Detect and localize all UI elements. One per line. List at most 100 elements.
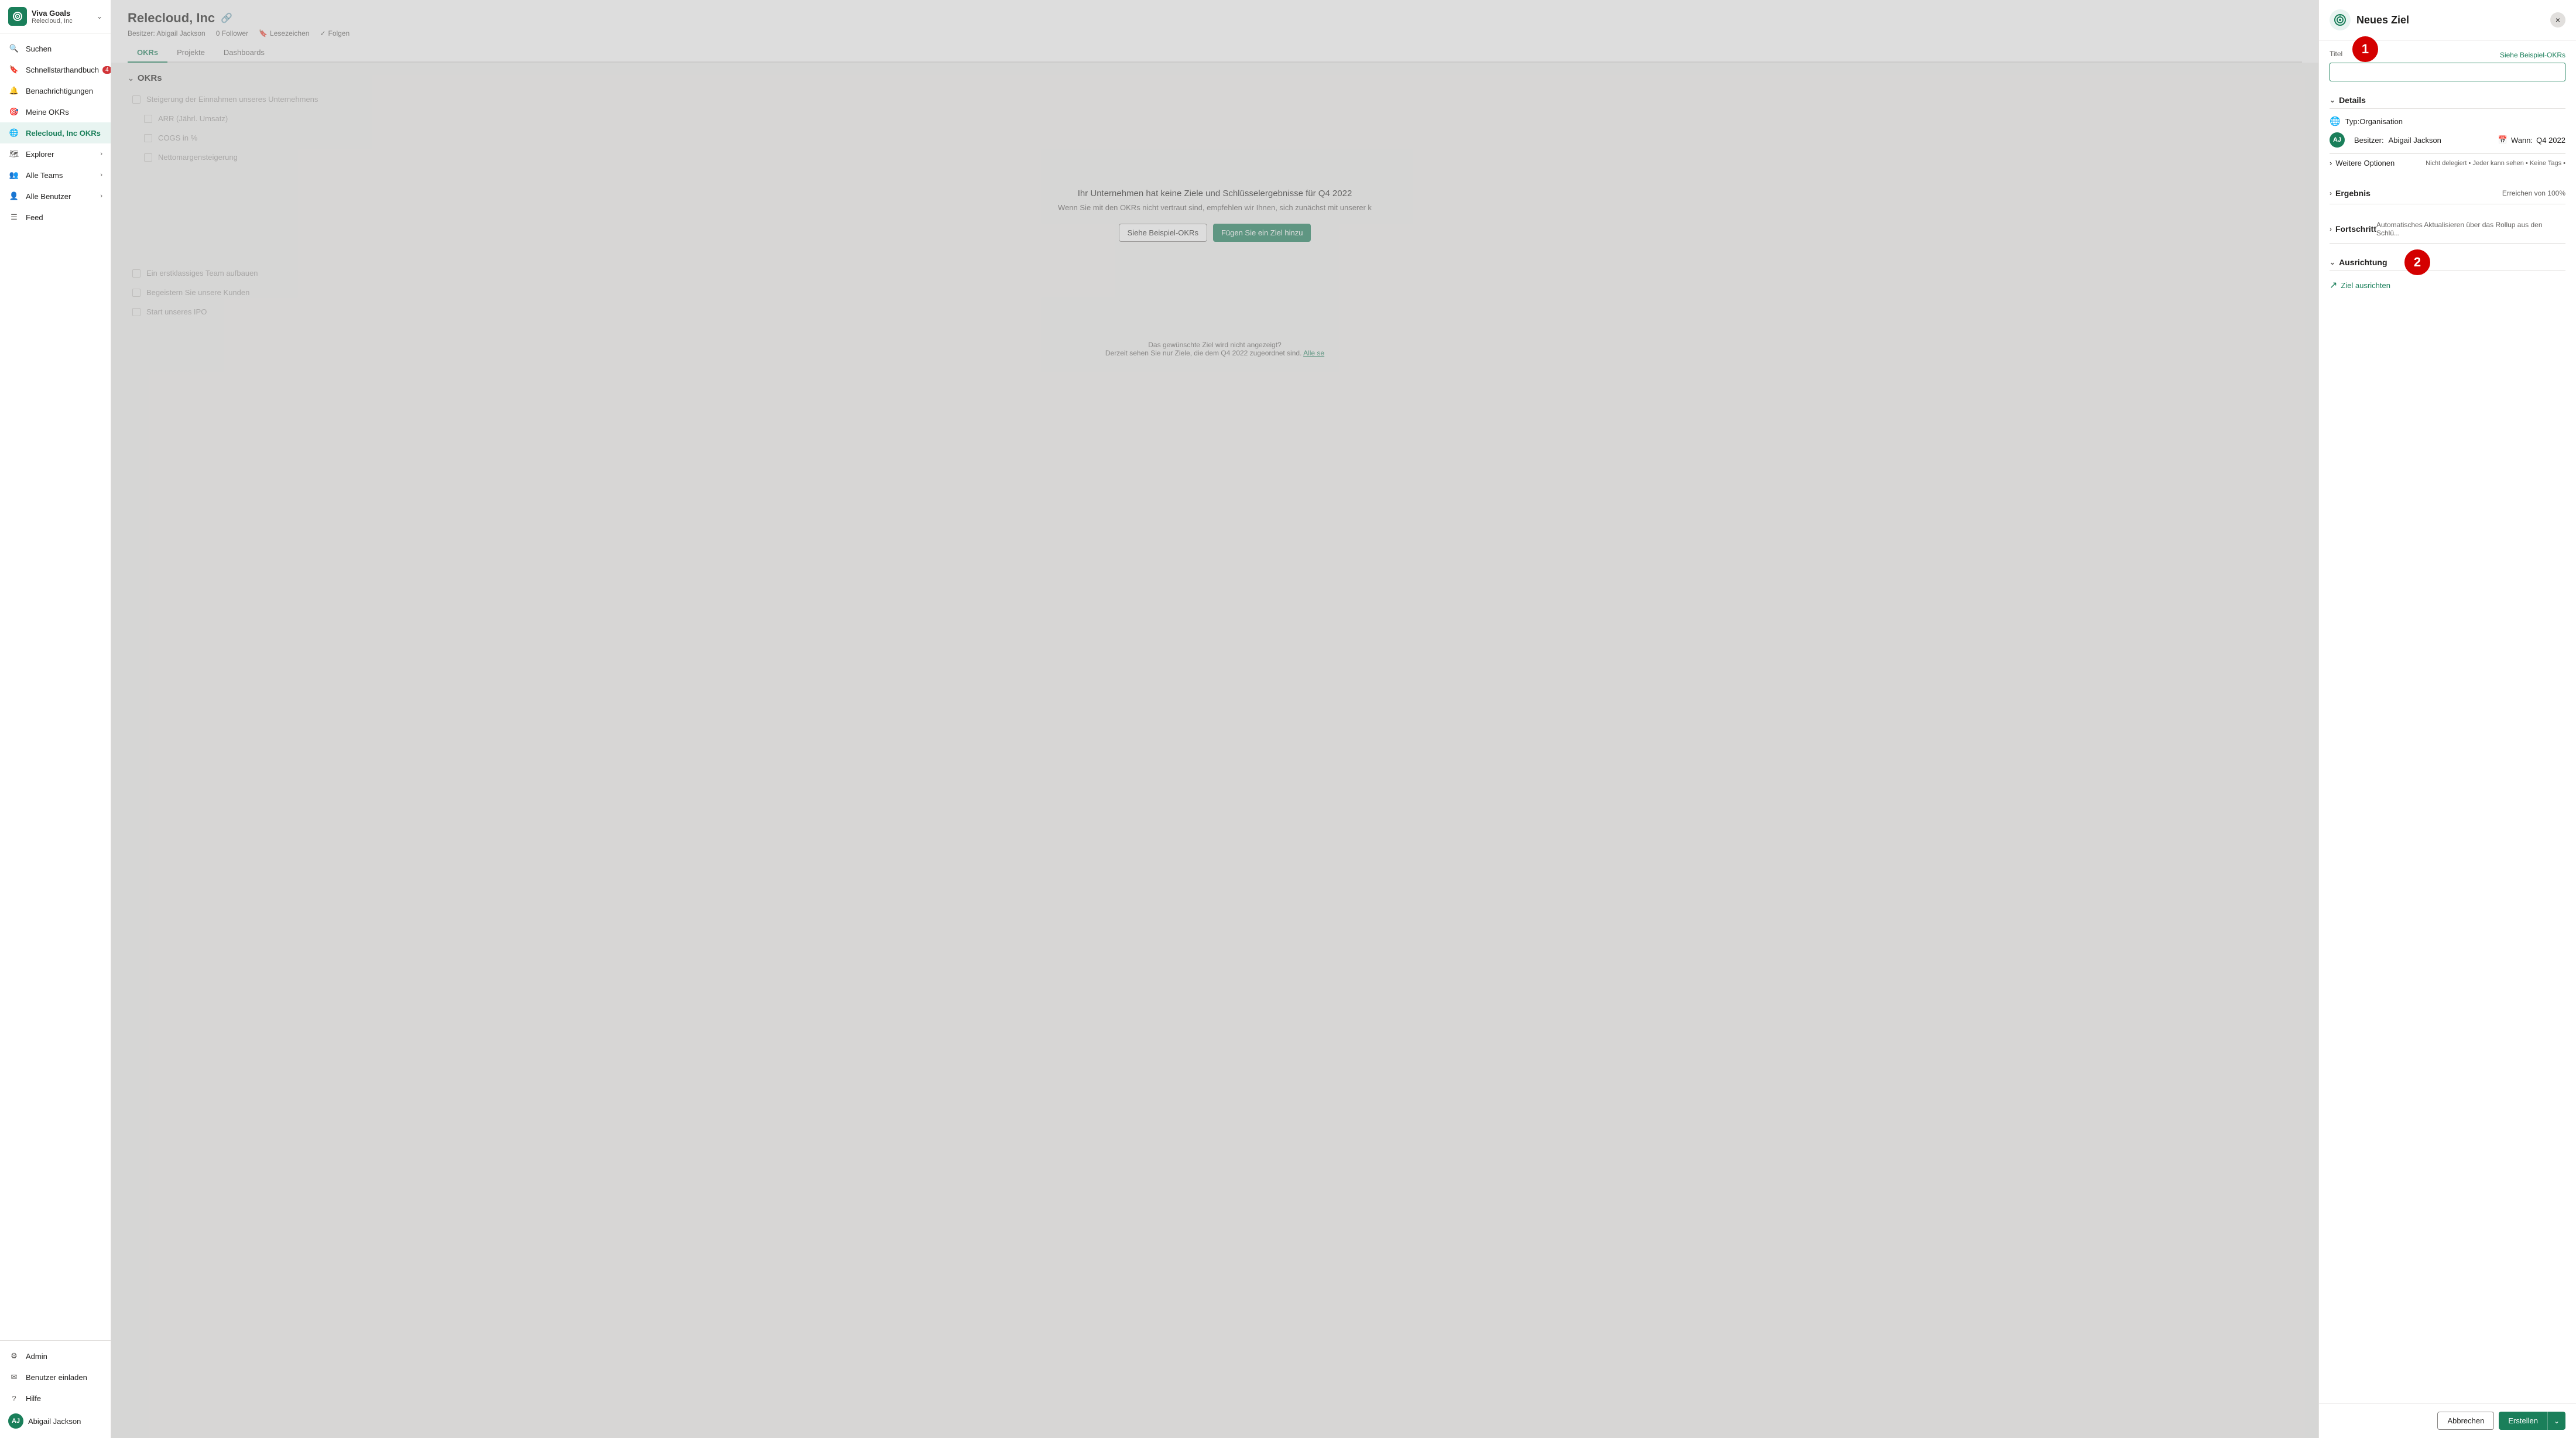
panel-body: Titel Siehe Beispiel-OKRs ⌄ Details 🌐 Ty… bbox=[2319, 40, 2576, 1403]
new-goal-panel: 1 Neues Ziel × Titel Siehe Beispiel-OKRs… bbox=[2318, 0, 2576, 1438]
sidebar-item-alle-benutzer[interactable]: 👤 Alle Benutzer › bbox=[0, 186, 111, 207]
weitere-optionen-label: Weitere Optionen bbox=[2335, 159, 2395, 167]
details-section-header[interactable]: ⌄ Details bbox=[2330, 92, 2565, 109]
settings-icon: ⚙ bbox=[8, 1350, 20, 1362]
target-panel-icon bbox=[2330, 9, 2351, 30]
fortschritt-left: › Fortschritt bbox=[2330, 224, 2376, 234]
chevron-right-icon: › bbox=[2330, 159, 2332, 167]
title-field-label: Titel bbox=[2330, 50, 2342, 58]
title-input[interactable] bbox=[2330, 63, 2565, 81]
close-button[interactable]: × bbox=[2550, 12, 2565, 28]
align-icon: ↗ bbox=[2330, 279, 2337, 291]
target-icon: 🎯 bbox=[8, 106, 20, 118]
panel-title: Neues Ziel bbox=[2356, 14, 2544, 26]
chevron-right-icon: › bbox=[100, 150, 102, 158]
see-example-link[interactable]: Siehe Beispiel-OKRs bbox=[2500, 51, 2565, 59]
create-button-group: Erstellen ⌄ bbox=[2499, 1412, 2565, 1430]
sidebar-item-label: Schnellstarthandbuch bbox=[26, 66, 99, 74]
owner-label: Besitzer: bbox=[2354, 136, 2384, 145]
sidebar-item-alle-teams[interactable]: 👥 Alle Teams › bbox=[0, 165, 111, 186]
compass-icon: 🗺 bbox=[8, 148, 20, 160]
sidebar-item-feed[interactable]: ☰ Feed bbox=[0, 207, 111, 228]
sidebar-item-hilfe[interactable]: ? Hilfe bbox=[0, 1388, 111, 1409]
ergebnis-left: › Ergebnis bbox=[2330, 189, 2371, 198]
sidebar-item-relecloud-okrs[interactable]: 🌐 Relecloud, Inc OKRs bbox=[0, 122, 111, 143]
sidebar-item-label: Alle Benutzer bbox=[26, 192, 71, 201]
book-icon: 🔖 bbox=[8, 64, 20, 76]
create-button[interactable]: Erstellen bbox=[2499, 1412, 2547, 1430]
weitere-optionen-detail: Nicht delegiert • Jeder kann sehen • Kei… bbox=[2426, 160, 2565, 167]
ziel-ausrichten-label: Ziel ausrichten bbox=[2341, 281, 2390, 290]
type-value: Typ:Organisation bbox=[2345, 117, 2403, 126]
details-section-label: Details bbox=[2339, 95, 2366, 105]
feed-icon: ☰ bbox=[8, 211, 20, 223]
ausrichtung-body: ↗ Ziel ausrichten bbox=[2330, 279, 2565, 291]
avatar: AJ bbox=[8, 1413, 23, 1429]
sidebar-header[interactable]: Viva Goals Relecloud, Inc ⌄ bbox=[0, 0, 111, 33]
overlay bbox=[111, 0, 2318, 1438]
badge: 4 bbox=[102, 66, 111, 74]
chevron-right-icon: › bbox=[100, 193, 102, 200]
ergebnis-label: Ergebnis bbox=[2335, 189, 2371, 198]
owner-avatar: AJ bbox=[2330, 132, 2345, 148]
sidebar-item-label: Meine OKRs bbox=[26, 108, 69, 117]
close-icon: × bbox=[2556, 15, 2560, 25]
ziel-ausrichten-link[interactable]: ↗ Ziel ausrichten bbox=[2330, 279, 2565, 291]
sidebar-item-meine-okrs[interactable]: 🎯 Meine OKRs bbox=[0, 101, 111, 122]
weitere-optionen-row[interactable]: › Weitere Optionen Nicht delegiert • Jed… bbox=[2330, 153, 2565, 172]
sidebar-item-label: Admin bbox=[26, 1352, 47, 1361]
sidebar-item-benachrichtigungen[interactable]: 🔔 Benachrichtigungen bbox=[0, 80, 111, 101]
app-name: Viva Goals bbox=[32, 9, 97, 18]
sidebar-item-suchen[interactable]: 🔍 Suchen bbox=[0, 38, 111, 59]
sidebar-item-label: Explorer bbox=[26, 150, 54, 159]
sidebar-item-user[interactable]: AJ Abigail Jackson bbox=[0, 1409, 111, 1433]
sidebar-item-label: Alle Teams bbox=[26, 171, 63, 180]
chevron-down-icon: ⌄ bbox=[2330, 96, 2335, 104]
sidebar-item-benutzer-einladen[interactable]: ✉ Benutzer einladen bbox=[0, 1367, 111, 1388]
bell-icon: 🔔 bbox=[8, 85, 20, 97]
panel-header: Neues Ziel × bbox=[2319, 0, 2576, 40]
owner-value[interactable]: Abigail Jackson bbox=[2389, 136, 2441, 145]
type-row[interactable]: 🌐 Typ:Organisation bbox=[2330, 116, 2565, 126]
sidebar-nav: 🔍 Suchen 🔖 Schnellstarthandbuch 4 🔔 Bena… bbox=[0, 33, 111, 1340]
user-name: Abigail Jackson bbox=[28, 1417, 81, 1426]
sidebar-item-explorer[interactable]: 🗺 Explorer › bbox=[0, 143, 111, 165]
cancel-button[interactable]: Abbrechen bbox=[2437, 1412, 2494, 1430]
sidebar-item-label: Hilfe bbox=[26, 1394, 41, 1403]
ergebnis-right: Erreichen von 100% bbox=[2502, 189, 2565, 197]
wann-group[interactable]: 📅 Wann: Q4 2022 bbox=[2498, 135, 2565, 145]
people-icon: 👥 bbox=[8, 169, 20, 181]
person-icon: 👤 bbox=[8, 190, 20, 202]
calendar-icon: 📅 bbox=[2498, 135, 2508, 145]
chevron-right-icon: › bbox=[2330, 189, 2332, 197]
mail-icon: ✉ bbox=[8, 1371, 20, 1383]
details-section: ⌄ Details 🌐 Typ:Organisation AJ Besitzer… bbox=[2330, 92, 2565, 172]
wann-value: Q4 2022 bbox=[2536, 136, 2565, 145]
ausrichtung-header[interactable]: ⌄ Ausrichtung bbox=[2330, 254, 2565, 271]
sidebar-item-label: Relecloud, Inc OKRs bbox=[26, 129, 101, 138]
ergebnis-row[interactable]: › Ergebnis Erreichen von 100% bbox=[2330, 183, 2565, 204]
fortschritt-row[interactable]: › Fortschritt Automatisches Aktualisiere… bbox=[2330, 215, 2565, 244]
chevron-down-icon: ⌄ bbox=[97, 12, 102, 20]
sidebar: Viva Goals Relecloud, Inc ⌄ 🔍 Suchen 🔖 S… bbox=[0, 0, 111, 1438]
fortschritt-right: Automatisches Aktualisieren über das Rol… bbox=[2376, 221, 2565, 237]
globe-icon: 🌐 bbox=[8, 127, 20, 139]
weitere-optionen-left: › Weitere Optionen bbox=[2330, 159, 2395, 167]
sidebar-item-label: Benutzer einladen bbox=[26, 1373, 87, 1382]
create-chevron-button[interactable]: ⌄ bbox=[2547, 1412, 2565, 1430]
details-grid: 🌐 Typ:Organisation AJ Besitzer: Abigail … bbox=[2330, 116, 2565, 172]
chevron-down-icon: ⌄ bbox=[2330, 258, 2335, 266]
sidebar-item-admin[interactable]: ⚙ Admin bbox=[0, 1345, 111, 1367]
ausrichtung-label: Ausrichtung bbox=[2339, 258, 2387, 267]
app-logo bbox=[8, 7, 27, 26]
panel-footer: Abbrechen Erstellen ⌄ bbox=[2319, 1403, 2576, 1438]
fortschritt-section: › Fortschritt Automatisches Aktualisiere… bbox=[2330, 215, 2565, 244]
sidebar-header-text: Viva Goals Relecloud, Inc bbox=[32, 9, 97, 25]
org-name: Relecloud, Inc bbox=[32, 18, 97, 25]
wann-label: Wann: bbox=[2511, 136, 2533, 145]
chevron-right-icon: › bbox=[2330, 225, 2332, 233]
owner-wann-row: AJ Besitzer: Abigail Jackson 📅 Wann: Q4 … bbox=[2330, 132, 2565, 148]
sidebar-item-schnellstart[interactable]: 🔖 Schnellstarthandbuch 4 bbox=[0, 59, 111, 80]
sidebar-item-label: Benachrichtigungen bbox=[26, 87, 93, 95]
sidebar-item-label: Suchen bbox=[26, 44, 52, 53]
